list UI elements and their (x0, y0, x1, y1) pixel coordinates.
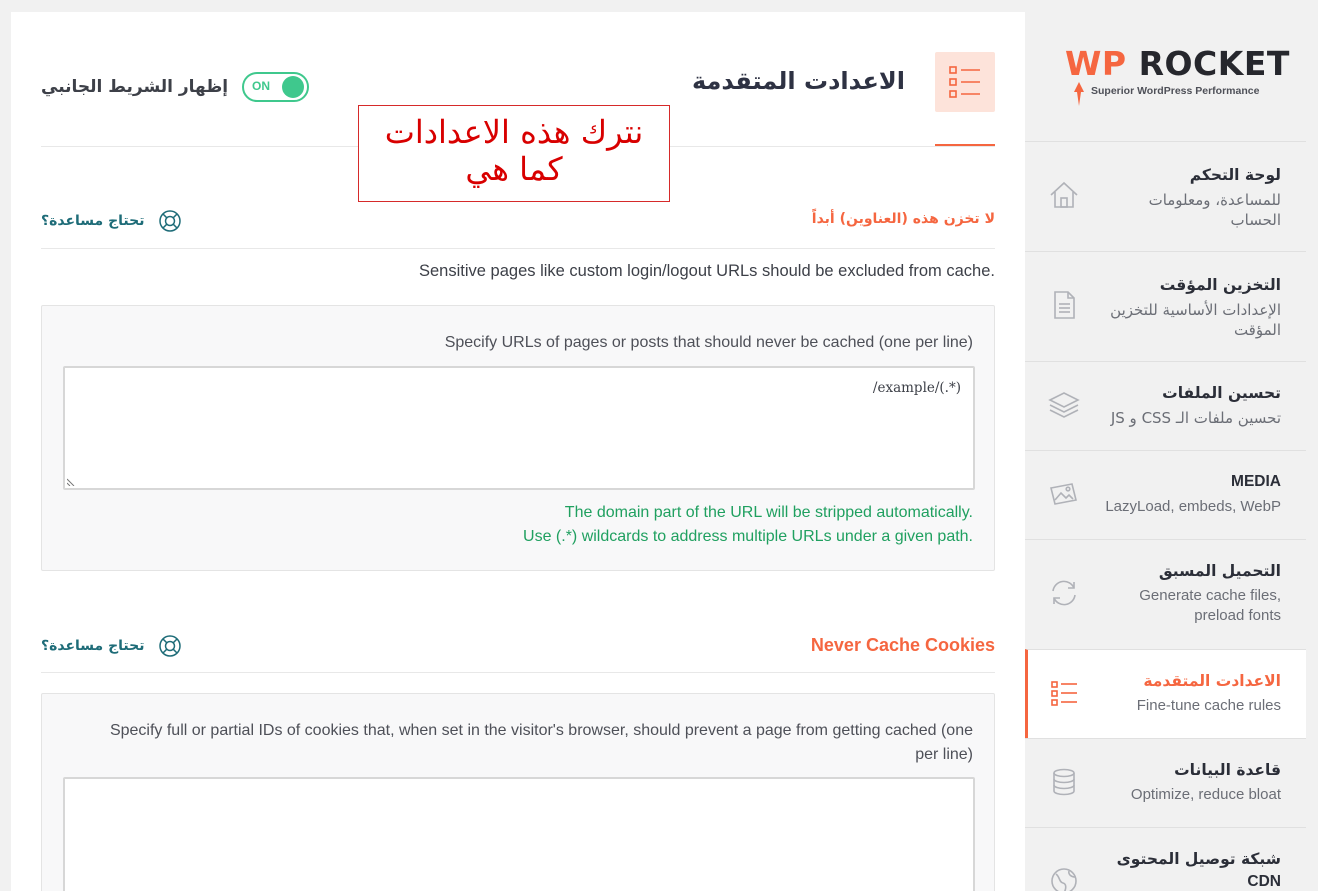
help-label: تحتاج مساعدة؟ (41, 213, 145, 229)
sidebar-item-subtitle: للمساعدة، ومعلومات (1148, 191, 1281, 209)
hint-wildcards: Use (.*) wildcards to address multiple U… (523, 528, 973, 545)
home-icon (1050, 181, 1078, 208)
toggle-state-text: ON (252, 79, 270, 93)
sidebar-toggle[interactable]: ON (242, 72, 309, 102)
section-title-never-cache-urls: لا تخزن هذه (العناوين) أبداً (811, 211, 995, 227)
annotation-line1: نترك هذه الاعدادات (384, 113, 644, 151)
images-icon (1050, 483, 1077, 505)
document-icon (1054, 291, 1075, 319)
sidebar: WP ROCKET Superior WordPress Performance… (1025, 0, 1318, 891)
sidebar-item-media[interactable]: MEDIA LazyLoad, embeds, WebP (1025, 450, 1306, 539)
toggle-knob (282, 76, 304, 98)
logo-wordmark: WP ROCKET (1065, 44, 1290, 83)
sidebar-item-subtitle: تحسين ملفات الـ CSS و JS (1110, 409, 1281, 427)
help-lifebuoy-icon (158, 635, 181, 657)
sidebar-item-subtitle: Generate cache files, (1139, 587, 1281, 604)
section-divider (41, 248, 995, 249)
help-link-cookies[interactable]: تحتاج مساعدة؟ (41, 633, 183, 659)
sidebar-toggle-label: إظهار الشريط الجانبي (41, 77, 229, 97)
sidebar-item-dashboard[interactable]: لوحة التحكم للمساعدة، ومعلومات الحساب (1025, 141, 1306, 251)
section-title-never-cache-cookies: Never Cache Cookies (810, 635, 995, 655)
sidebar-item-subtitle: LazyLoad, embeds, WebP (1105, 498, 1281, 515)
advanced-rules-header-icon (935, 52, 995, 112)
sidebar-item-title: التحميل المسبق (1158, 562, 1281, 580)
sidebar-item-database[interactable]: قاعدة البيانات Optimize, reduce bloat (1025, 738, 1306, 827)
page-title: الاعدادت المتقدمة (691, 67, 905, 95)
main-panel: الاعدادت المتقدمة إظهار الشريط الجانبي O… (11, 12, 1025, 891)
sidebar-item-title: الاعدادت المتقدمة (1143, 672, 1281, 690)
layers-icon (1048, 392, 1080, 418)
field-label-cookies-line1: Specify full or partial IDs of cookies t… (109, 722, 973, 739)
section-description: Sensitive pages like custom login/logout… (419, 262, 995, 280)
section-divider (41, 672, 995, 673)
resize-grip-icon[interactable] (67, 476, 77, 486)
sidebar-item-subtitle: Fine-tune cache rules (1136, 697, 1281, 714)
sidebar-item-subtitle: المؤقت (1233, 321, 1281, 339)
sidebar-item-subtitle: CDN (1247, 873, 1281, 890)
sidebar-item-subtitle: الحساب (1230, 211, 1282, 229)
database-icon (1053, 768, 1075, 796)
sidebar-item-subtitle: الإعدادات الأساسية للتخزين (1110, 301, 1281, 319)
sidebar-item-title: التخزين المؤقت (1159, 276, 1281, 294)
page: الاعدادت المتقدمة إظهار الشريط الجانبي O… (0, 0, 1318, 891)
annotation-box: نترك هذه الاعدادات كما هي (358, 105, 670, 202)
sidebar-item-title: MEDIA (1231, 473, 1281, 490)
sidebar-item-subtitle: preload fonts (1194, 607, 1281, 624)
sidebar-item-file-optimization[interactable]: تحسين الملفات تحسين ملفات الـ CSS و JS (1025, 361, 1306, 450)
help-link-urls[interactable]: تحتاج مساعدة؟ (41, 208, 183, 234)
field-label-cookies-line2: per line) (915, 746, 973, 763)
sidebar-item-title: شبكة توصيل المحتوى (1116, 850, 1281, 868)
textarea-value: /example/(.*) (872, 380, 961, 396)
sidebar-item-title: قاعدة البيانات (1174, 761, 1281, 779)
never-cache-urls-textarea[interactable]: /example/(.*) (63, 366, 975, 490)
logo-tagline: Superior WordPress Performance (1091, 85, 1260, 97)
help-lifebuoy-icon (158, 210, 181, 232)
annotation-line2: كما هي (465, 150, 563, 188)
sidebar-item-advanced-rules[interactable]: الاعدادت المتقدمة Fine-tune cache rules (1025, 649, 1306, 738)
never-cache-urls-fieldset: Specify URLs of pages or posts that shou… (41, 305, 995, 571)
globe-icon (1051, 868, 1077, 891)
checklist-icon (1051, 681, 1077, 706)
sidebar-item-cdn[interactable]: شبكة توصيل المحتوى CDN (1025, 827, 1306, 891)
refresh-icon (1052, 580, 1076, 606)
sidebar-item-preload[interactable]: التحميل المسبق Generate cache files, pre… (1025, 539, 1306, 649)
sidebar-item-subtitle: Optimize, reduce bloat (1130, 786, 1281, 803)
hint-domain-stripped: The domain part of the URL will be strip… (564, 504, 973, 521)
help-label: تحتاج مساعدة؟ (41, 638, 145, 654)
rocket-flame-icon (1074, 82, 1084, 106)
never-cache-cookies-textarea[interactable] (63, 777, 975, 891)
sidebar-item-title: لوحة التحكم (1189, 166, 1281, 184)
field-label-urls: Specify URLs of pages or posts that shou… (444, 334, 973, 351)
sidebar-item-title: تحسين الملفات (1162, 384, 1281, 402)
wp-rocket-logo[interactable]: WP ROCKET Superior WordPress Performance (1065, 44, 1289, 114)
never-cache-cookies-fieldset: Specify full or partial IDs of cookies t… (41, 693, 995, 891)
sidebar-item-cache[interactable]: التخزين المؤقت الإعدادات الأساسية للتخزي… (1025, 251, 1306, 361)
